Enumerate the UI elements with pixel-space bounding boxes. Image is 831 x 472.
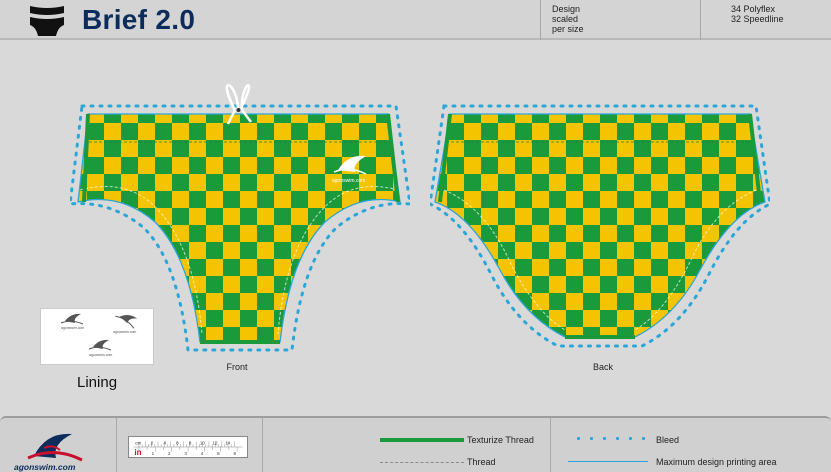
max-area-swatch xyxy=(568,461,648,462)
ruler-in-label: 3 xyxy=(184,451,187,456)
front-logo-text: agonswim.com xyxy=(332,178,365,184)
lining-logo-text: agonswim.com xyxy=(61,326,84,330)
lining-label: Lining xyxy=(77,374,118,391)
ruler-in-label: 5 xyxy=(217,451,220,456)
texturize-thread-swatch xyxy=(380,438,464,442)
lining-logo-text: agonswim.com xyxy=(89,353,112,357)
ruler-cm-label: 4 xyxy=(163,440,166,445)
back-label: Back xyxy=(592,362,613,372)
agon-logo-icon xyxy=(27,433,83,462)
footer-divider xyxy=(262,418,263,472)
agon-brand-logo: agonswim.com xyxy=(14,433,83,472)
ruler-in-label: 6 xyxy=(233,451,236,456)
lining-logo-icon xyxy=(115,314,138,329)
design-note-line: scaled xyxy=(552,14,579,24)
legend-thread-label: Thread xyxy=(467,457,496,467)
back-garment-view xyxy=(430,104,770,348)
brief-silhouette-icon xyxy=(30,6,64,36)
ruler-cm-label: 2 xyxy=(151,440,154,445)
legend-bleed-label: Bleed xyxy=(656,435,680,445)
design-note-line: per size xyxy=(552,24,584,34)
ruler-cm-label: 6 xyxy=(176,440,179,445)
ruler-cm-label: 8 xyxy=(189,440,192,445)
fabric-note-line: 34 Polyflex xyxy=(731,4,776,14)
design-note: Design scaled per size xyxy=(540,0,700,40)
brand-text: agonswim.com xyxy=(14,462,76,472)
page-title: Brief 2.0 xyxy=(82,4,196,35)
ruler-unit-in: in xyxy=(134,448,141,457)
fabric-note-line: 32 Speedline xyxy=(731,14,784,24)
fabric-note: 34 Polyflex 32 Speedline xyxy=(700,0,831,40)
footer-bar: agonswim.com cm in 2 4 6 8 10 12 14 1 2 … xyxy=(0,416,831,472)
ruler-unit-cm: cm xyxy=(135,440,141,445)
ruler-cm-label: 14 xyxy=(225,440,231,445)
lining-logo-text: agonswim.com xyxy=(113,330,136,334)
lining-logo-icon xyxy=(60,313,84,325)
ruler-in-label: 4 xyxy=(201,451,204,456)
ruler-cm-label: 10 xyxy=(200,440,206,445)
legend-max-area-label: Maximum design printing area xyxy=(656,457,777,467)
lining-preview: agonswim.com agonswim.com agonswim.com xyxy=(40,308,154,365)
footer-divider xyxy=(116,418,117,472)
legend-texturize-label: Texturize Thread xyxy=(467,435,534,445)
measurement-ruler: cm in 2 4 6 8 10 12 14 1 2 3 4 5 6 xyxy=(128,436,248,458)
lining-logos: agonswim.com agonswim.com agonswim.com xyxy=(60,313,138,357)
bleed-swatch xyxy=(572,437,652,440)
ruler-in-label: 2 xyxy=(168,451,171,456)
thread-swatch xyxy=(380,462,464,463)
design-note-line: Design xyxy=(552,4,581,14)
header-bar: Brief 2.0 Design scaled per size 34 Poly… xyxy=(0,0,831,40)
ruler-cm-label: 12 xyxy=(213,440,219,445)
front-label: Front xyxy=(226,362,248,372)
footer-divider xyxy=(550,418,551,472)
lining-logo-icon xyxy=(88,339,112,351)
ruler-in-label: 1 xyxy=(152,451,155,456)
